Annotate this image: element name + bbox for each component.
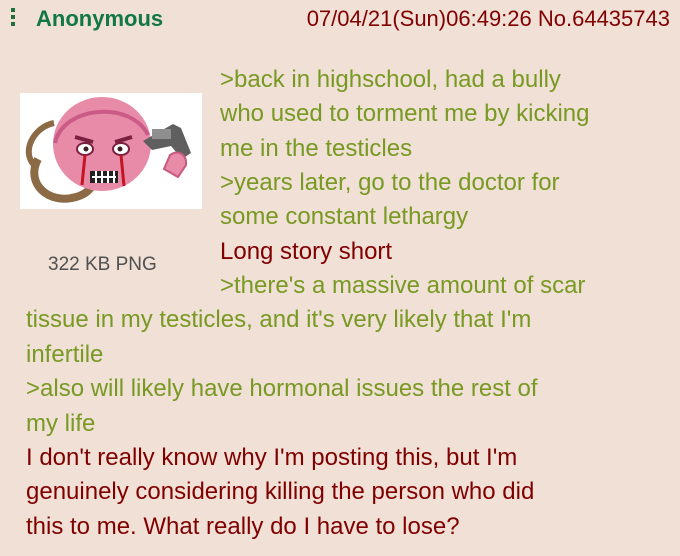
post-line-12: I don't really know why I'm posting this…	[26, 444, 518, 471]
post-line-10: >also will likely have hormonal issues t…	[26, 375, 538, 402]
post-line-9: infertile	[26, 341, 104, 368]
post-line-3: me in the testicles	[220, 135, 413, 162]
thumbnail-image	[20, 93, 202, 209]
post-line-14: this to me. What really do I have to los…	[26, 513, 460, 540]
post-menu-icon[interactable]	[10, 8, 16, 30]
poster-name: Anonymous	[36, 6, 164, 31]
file-info: 322 KB PNG	[48, 254, 157, 275]
post-line-7: >there's a massive amount of scar	[220, 272, 586, 299]
post-line-8: tissue in my testicles, and it's very li…	[26, 306, 532, 333]
post-date-and-number[interactable]: 07/04/21(Sun)06:49:26 No.64435743	[307, 6, 670, 32]
post-line-11: my life	[26, 410, 96, 437]
post-line-13: genuinely considering killing the person…	[26, 478, 535, 505]
post-line-2: who used to torment me by kicking	[220, 100, 590, 127]
post-line-1: >back in highschool, had a bully	[220, 66, 561, 93]
post-line-5: some constant lethargy	[220, 203, 469, 230]
post-line-4: >years later, go to the doctor for	[220, 169, 560, 196]
post-line-6: Long story short	[220, 238, 393, 265]
post-header: Anonymous 07/04/21(Sun)06:49:26 No.64435…	[0, 0, 680, 40]
pink-wojak-with-revolver-thumbnail[interactable]	[20, 93, 202, 209]
